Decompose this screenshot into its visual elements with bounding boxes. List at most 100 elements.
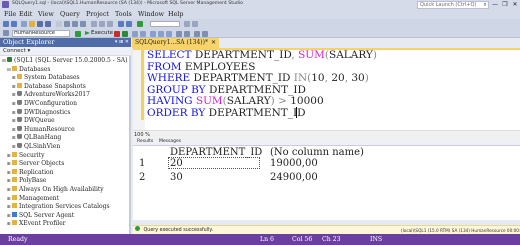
column-number: Col 56 (292, 236, 313, 243)
cell-department-id[interactable]: 20 (170, 158, 183, 169)
estimated-plan-icon[interactable] (132, 31, 138, 37)
row-number[interactable]: 1 (139, 158, 145, 169)
start-debug-icon[interactable] (137, 21, 143, 27)
text-caret (296, 107, 297, 118)
restore-button[interactable]: ❐ (500, 0, 510, 9)
results-to-file-icon[interactable] (166, 31, 172, 37)
mdx-query-icon[interactable] (80, 21, 86, 27)
code-line[interactable]: ORDER BY DEPARTMENT_ID (147, 107, 306, 119)
ready-status: Ready (8, 236, 28, 243)
increase-indent-icon[interactable] (202, 31, 208, 37)
tree-node[interactable]: ⊞ DWConfiguration (12, 100, 77, 108)
tree-node[interactable]: ⊞ AdventureWorks2017 (12, 91, 90, 99)
row-number[interactable]: 2 (139, 172, 145, 183)
folder-icon (12, 168, 17, 174)
menu-edit[interactable]: Edit (19, 10, 32, 18)
search-icon[interactable]: ⌕ (481, 1, 489, 9)
properties-icon[interactable] (192, 21, 198, 27)
tree-node[interactable]: ⊞ Management (7, 194, 59, 203)
menu-tools[interactable]: Tools (115, 10, 132, 18)
cell-sum-salary[interactable]: 24900,00 (270, 172, 318, 183)
new-query-icon[interactable] (56, 21, 62, 27)
tree-node[interactable]: ⊞ Integration Services Catalogs (7, 203, 110, 211)
new-project-icon[interactable] (21, 21, 27, 27)
column-header-no-column-name[interactable]: (No column name) (270, 147, 364, 158)
code-token: 10 (311, 72, 325, 85)
paste-icon[interactable] (107, 21, 113, 27)
cell-sum-salary[interactable]: 19000,00 (270, 158, 318, 169)
success-check-icon (135, 226, 140, 231)
tree-node[interactable]: ⊟ Databases (7, 65, 51, 74)
tree-node[interactable]: ⊞ QLSinhVien (12, 143, 60, 151)
menu-view[interactable]: View (38, 10, 54, 18)
save-icon[interactable] (37, 21, 43, 27)
available-databases-select[interactable]: HumanResource ▼ (12, 30, 70, 37)
forward-icon[interactable] (11, 21, 17, 27)
code-token: ) (372, 49, 377, 61)
db-icon (17, 108, 22, 114)
tab-sqlquery1[interactable]: SQLQuery1...SA (134))* (132, 38, 219, 48)
comment-icon[interactable] (176, 31, 182, 37)
code-token: WHERE (147, 72, 194, 85)
menu-window[interactable]: Window (138, 10, 164, 18)
decrease-indent-icon[interactable] (194, 31, 200, 37)
tree-node[interactable]: ⊞ System Databases (12, 74, 80, 82)
quick-launch-input[interactable]: Quick Launch (Ctrl+Q) (417, 1, 489, 9)
cell-department-id[interactable]: 30 (170, 172, 183, 183)
tab-messages[interactable]: Messages (159, 138, 181, 146)
menu-file[interactable]: File (4, 10, 16, 18)
save-all-icon[interactable] (45, 21, 51, 27)
refresh-icon[interactable] (75, 31, 81, 37)
parse-icon[interactable] (122, 31, 128, 37)
open-file-icon[interactable] (29, 21, 35, 27)
results-to-text-icon[interactable] (150, 31, 156, 37)
folder-icon (12, 65, 17, 71)
database-engine-query-icon[interactable] (64, 21, 70, 27)
tree-node[interactable]: ⊞ Always On High Availability (7, 186, 104, 194)
ssms-app-icon (2, 1, 9, 8)
copy-icon[interactable] (99, 21, 105, 27)
editor-horizontal-scrollbar[interactable] (133, 130, 520, 138)
query-designer-icon[interactable] (140, 31, 146, 37)
tree-node[interactable]: ⊞ Database Snapshots (12, 82, 86, 91)
uncomment-icon[interactable] (184, 31, 190, 37)
tree-node[interactable]: ⊞ SQL Server Agent (7, 211, 74, 220)
tab-close-icon[interactable]: ✕ (211, 38, 216, 48)
change-connection-icon[interactable] (3, 30, 9, 36)
tree-node-label: HumanResource (24, 125, 75, 133)
code-line[interactable]: GROUP BY DEPARTMENT_ID (147, 84, 306, 96)
tab-results[interactable]: Results (137, 138, 153, 146)
solution-explorer-icon[interactable] (184, 21, 190, 27)
code-line[interactable]: SELECT DEPARTMENT_ID, SUM(SALARY) (147, 49, 377, 61)
menu-query[interactable]: Query (60, 10, 80, 18)
find-box[interactable] (150, 21, 180, 27)
close-button[interactable]: ✕ (510, 0, 520, 9)
column-header-department-id[interactable]: DEPARTMENT_ID (170, 147, 262, 158)
tree-node[interactable]: ⊞ DWQueue (12, 117, 55, 125)
back-icon[interactable] (3, 21, 9, 27)
tree-node[interactable]: ⊞ HumanResource (12, 125, 75, 134)
tree-node[interactable]: ⊞ Replication (7, 168, 54, 177)
menu-project[interactable]: Project (86, 10, 109, 18)
menu-help[interactable]: Help (168, 10, 184, 18)
execute-button[interactable]: Execute (84, 30, 113, 37)
tree-node[interactable]: ⊞ XEvent Profiler (7, 220, 66, 228)
analysis-query-icon[interactable] (72, 21, 78, 27)
results-to-grid-icon[interactable] (158, 31, 164, 37)
undo-icon[interactable] (118, 21, 124, 27)
code-line[interactable]: WHERE DEPARTMENT_ID IN(10, 20, 30) (147, 72, 369, 84)
minimize-button[interactable]: — (490, 0, 500, 9)
code-line[interactable]: HAVING SUM(SALARY) > 10000 (147, 95, 324, 107)
tree-node[interactable]: ⊞ Server Objects (7, 160, 64, 168)
tree-node[interactable]: ⊞ QLBanHang (12, 134, 61, 142)
tree-node[interactable]: ⊞ Security (7, 151, 44, 160)
panel-window-controls[interactable]: ▾ ⊞ ✕ (115, 38, 129, 47)
cut-icon[interactable] (91, 21, 97, 27)
connect-button[interactable]: Connect ▾ (3, 48, 30, 54)
redo-icon[interactable] (126, 21, 132, 27)
tree-node[interactable]: ⊞ DWDiagnostics (12, 108, 70, 117)
tree-node[interactable]: ⊟ (SQL1 (SQL Server 15.0.2000.5 - SA) (2, 57, 127, 65)
cancel-query-icon[interactable] (114, 31, 120, 37)
code-line[interactable]: FROM EMPLOYEES (147, 61, 255, 73)
tree-node[interactable]: ⊞ PolyBase (7, 177, 46, 185)
